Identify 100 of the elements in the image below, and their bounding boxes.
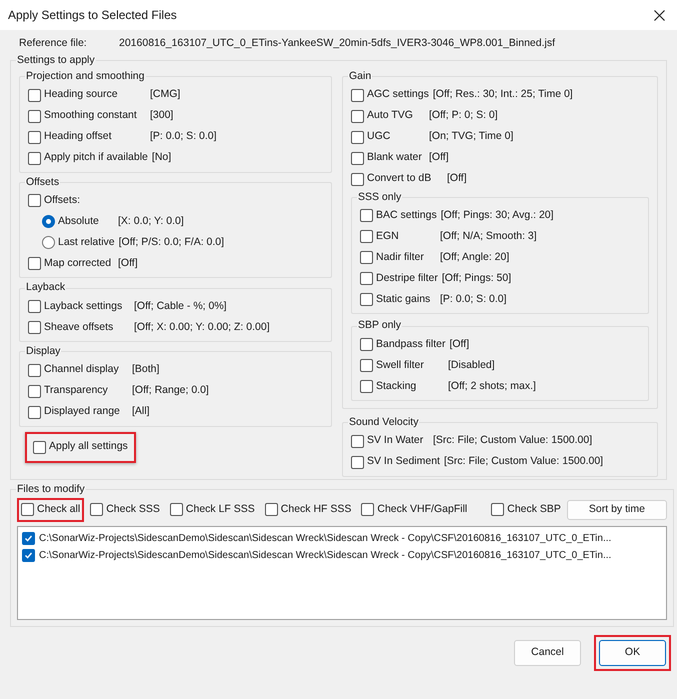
- checkbox[interactable]: [28, 110, 41, 122]
- checkbox[interactable]: [491, 503, 504, 516]
- checkbox[interactable]: [28, 321, 41, 334]
- setting-value: [P: 0.0; S: 0.0]: [440, 292, 507, 307]
- setting-value: [X: 0.0; Y: 0.0]: [118, 214, 184, 229]
- checkbox[interactable]: [360, 230, 373, 244]
- setting-value: [No]: [152, 150, 172, 166]
- reference-file: 20160816_163107_UTC_0_ETins-YankeeSW_20min-5dfs_IVER3-3046_WP8.001_Binned.jsf: [119, 36, 556, 52]
- setting-value: [All]: [132, 404, 150, 420]
- group-title: SBP only: [357, 318, 402, 334]
- dialog-button[interactable]: Cancel: [514, 640, 581, 666]
- checkbox[interactable]: [28, 130, 41, 144]
- group-title: Files to modify: [16, 482, 86, 497]
- checkbox[interactable]: [28, 152, 41, 164]
- checkbox[interactable]: [33, 440, 46, 454]
- checkbox[interactable]: [170, 503, 183, 516]
- option-label: Last relative: [58, 234, 115, 250]
- checkbox[interactable]: [351, 110, 364, 122]
- group-title: Settings to apply: [16, 53, 96, 68]
- option-label: Check all: [37, 502, 80, 517]
- checkbox[interactable]: [28, 194, 41, 208]
- group-title: Projection and smoothing: [25, 68, 146, 84]
- checkbox[interactable]: [28, 257, 41, 270]
- checkbox[interactable]: [360, 293, 373, 306]
- checkbox[interactable]: [351, 172, 364, 186]
- setting-value: [Off; Pings: 30; Avg.: 20]: [440, 208, 554, 223]
- setting-value: [Off; Res.: 30; Int.: 25; Time 0]: [432, 87, 573, 102]
- group-title: SSS only: [357, 190, 402, 204]
- checkbox[interactable]: [28, 384, 41, 398]
- option-label: Blank water: [367, 150, 422, 166]
- option-label: Sheave offsets: [44, 320, 114, 335]
- checkbox[interactable]: [360, 272, 373, 286]
- checkbox[interactable]: [28, 364, 41, 377]
- checkbox[interactable]: [360, 380, 373, 393]
- option-label: Auto TVG: [367, 108, 413, 124]
- checkbox[interactable]: [360, 209, 373, 222]
- setting-value: [Off]: [429, 150, 449, 166]
- setting-value: [Off; N/A; Smooth: 3]: [440, 228, 537, 244]
- checkbox[interactable]: [351, 434, 364, 448]
- setting-value: [Src: File; Custom Value: 1500.00]: [444, 454, 604, 470]
- window-title: Apply Settings to Selected Files: [8, 7, 177, 24]
- setting-value: [Off; P/S: 0.0; F/A: 0.0]: [118, 234, 224, 250]
- checkbox[interactable]: [28, 300, 41, 313]
- option-label: Nadir filter: [376, 250, 424, 265]
- option-label: Apply pitch if available: [44, 150, 148, 166]
- setting-value: [Off; 2 shots; max.]: [448, 378, 536, 394]
- radio-button[interactable]: [42, 236, 55, 250]
- checked-checkbox[interactable]: [22, 532, 35, 544]
- checkbox[interactable]: [360, 251, 373, 264]
- group-title: Layback: [25, 280, 66, 296]
- setting-value: [P: 0.0; S: 0.0]: [150, 129, 217, 144]
- setting-value: [Off; Pings: 50]: [442, 270, 512, 286]
- option-label: Check SBP: [507, 502, 561, 517]
- checkbox[interactable]: [360, 338, 373, 351]
- checkbox[interactable]: [351, 88, 364, 102]
- checkbox[interactable]: [28, 88, 41, 102]
- group-title: Sound Velocity: [348, 415, 420, 430]
- radio-button[interactable]: [42, 215, 55, 228]
- checkbox[interactable]: [90, 503, 104, 516]
- option-label: Channel display: [44, 362, 119, 378]
- setting-value: [Off; Range; 0.0]: [132, 383, 209, 398]
- option-label: Map corrected: [44, 256, 112, 271]
- option-label: Check LF SSS: [186, 502, 255, 517]
- option-label: BAC settings: [376, 208, 437, 223]
- checkbox[interactable]: [264, 503, 278, 516]
- option-label: Destripe filter: [376, 270, 438, 286]
- close-icon[interactable]: [654, 10, 665, 20]
- dialog-button[interactable]: OK: [599, 640, 666, 666]
- option-label: Check VHF/GapFill: [377, 502, 468, 517]
- file-path[interactable]: C:\SonarWiz-Projects\SidescanDemo\Sidescan\Sidescan Wreck\Sidescan Wreck - Copy\CSF\20160816_163107_UTC_0_ETin...: [39, 548, 612, 562]
- checkbox[interactable]: [351, 130, 364, 144]
- checkbox[interactable]: [21, 503, 34, 516]
- setting-value: [On; TVG; Time 0]: [429, 129, 514, 144]
- option-label: Displayed range: [44, 404, 120, 420]
- option-label: Absolute: [58, 214, 99, 229]
- sort-button[interactable]: Sort by time: [566, 500, 667, 520]
- checkbox[interactable]: [28, 406, 41, 419]
- option-label: Bandpass filter: [376, 336, 446, 352]
- option-label: Static gains: [376, 292, 430, 307]
- option-label: UGC: [367, 129, 390, 144]
- option-label: Swell filter: [376, 358, 424, 373]
- option-label: SV In Sediment: [367, 454, 440, 470]
- group-title: Offsets: [25, 174, 60, 190]
- checkbox[interactable]: [351, 152, 364, 164]
- group-title: Display: [25, 344, 62, 359]
- file-path[interactable]: C:\SonarWiz-Projects\SidescanDemo\Sidescan\Sidescan Wreck\Sidescan Wreck - Copy\CSF\20160816_163107_UTC_0_ETin...: [39, 530, 612, 546]
- reference-label: Reference file:: [19, 36, 88, 52]
- option-label: Offsets:: [44, 192, 80, 208]
- checkbox[interactable]: [351, 456, 364, 469]
- option-label: Convert to dB: [367, 171, 432, 186]
- option-label: SV In Water: [367, 433, 424, 448]
- checked-checkbox[interactable]: [22, 548, 35, 562]
- setting-value: [Src: File; Custom Value: 1500.00]: [433, 433, 592, 448]
- checkbox[interactable]: [360, 359, 373, 372]
- option-label: Stacking: [376, 378, 416, 394]
- setting-value: [300]: [150, 108, 174, 124]
- setting-value: [Both]: [132, 362, 160, 378]
- setting-value: [Off; P: 0; S: 0]: [429, 108, 498, 124]
- checkbox[interactable]: [361, 503, 374, 516]
- option-label: Apply all settings: [49, 439, 128, 454]
